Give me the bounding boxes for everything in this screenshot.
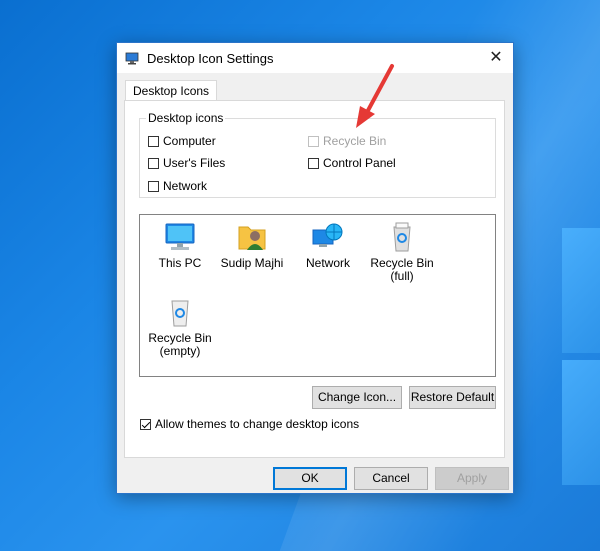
checkbox-box[interactable] — [308, 135, 319, 147]
checkbox-control-panel[interactable]: Control Panel — [308, 156, 396, 170]
desktop-window-pane — [562, 360, 600, 485]
apply-button[interactable]: Apply — [435, 467, 509, 490]
checkbox-box[interactable] — [148, 135, 159, 147]
tab-panel: Desktop icons Computer Recycle Bin User'… — [124, 100, 505, 458]
checkbox-label: Recycle Bin — [323, 134, 387, 148]
group-label: Desktop icons — [146, 111, 226, 125]
tab-desktop-icons[interactable]: Desktop Icons — [125, 80, 218, 101]
icon-label: (full) — [390, 269, 414, 283]
icon-label: This PC — [158, 256, 202, 270]
checkbox-computer[interactable]: Computer — [148, 134, 216, 148]
desktop-icon-settings-dialog: Desktop Icon Settings ✕ Desktop Icons De… — [116, 42, 514, 494]
icon-label: Sudip Majhi — [220, 256, 284, 270]
cancel-button[interactable]: Cancel — [354, 467, 428, 490]
icon-item-recycle-bin-empty[interactable]: Recycle Bin (empty) — [143, 296, 217, 358]
desktop-window-pane — [562, 228, 600, 353]
checkbox-label: User's Files — [163, 156, 226, 170]
checkbox-box[interactable] — [148, 180, 159, 192]
checkbox-network[interactable]: Network — [148, 179, 207, 193]
recycle-bin-full-icon — [393, 222, 411, 252]
recycle-bin-empty-icon — [171, 300, 189, 327]
window-title: Desktop Icon Settings — [147, 51, 274, 66]
checkbox-box[interactable] — [308, 157, 319, 169]
title-bar[interactable]: Desktop Icon Settings ✕ — [117, 43, 513, 73]
icon-list[interactable]: This PC Sudip Majhi Network Recycle Bin … — [139, 214, 496, 377]
checkbox-label: Allow themes to change desktop icons — [155, 417, 360, 431]
icon-label: (empty) — [159, 344, 201, 358]
icon-item-this-pc[interactable]: This PC — [143, 221, 217, 270]
checkbox-recycle-bin[interactable]: Recycle Bin — [308, 134, 386, 148]
change-icon-button[interactable]: Change Icon... — [312, 386, 402, 409]
checkbox-users-files[interactable]: User's Files — [148, 156, 225, 170]
checkbox-label: Control Panel — [323, 156, 396, 170]
restore-default-button[interactable]: Restore Default — [409, 386, 496, 409]
checkbox-box[interactable] — [140, 418, 151, 430]
checkbox-box[interactable] — [148, 157, 159, 169]
icon-item-user-folder[interactable]: Sudip Majhi — [215, 221, 289, 270]
ok-button[interactable]: OK — [273, 467, 347, 490]
desktop-icons-group: Desktop icons Computer Recycle Bin User'… — [139, 111, 496, 198]
close-icon: ✕ — [489, 49, 503, 66]
checkbox-label: Network — [163, 179, 208, 193]
checkbox-label: Computer — [163, 134, 216, 148]
icon-item-recycle-bin-full[interactable]: Recycle Bin (full) — [365, 221, 439, 283]
close-button[interactable]: ✕ — [479, 43, 513, 73]
icon-item-network[interactable]: Network — [291, 221, 365, 270]
checkbox-allow-themes[interactable]: Allow themes to change desktop icons — [140, 417, 359, 431]
network-icon — [312, 223, 343, 247]
desktop-settings-icon — [125, 52, 139, 65]
this-pc-icon — [165, 223, 195, 250]
user-folder-icon — [238, 226, 266, 250]
icon-label: Network — [305, 256, 350, 270]
